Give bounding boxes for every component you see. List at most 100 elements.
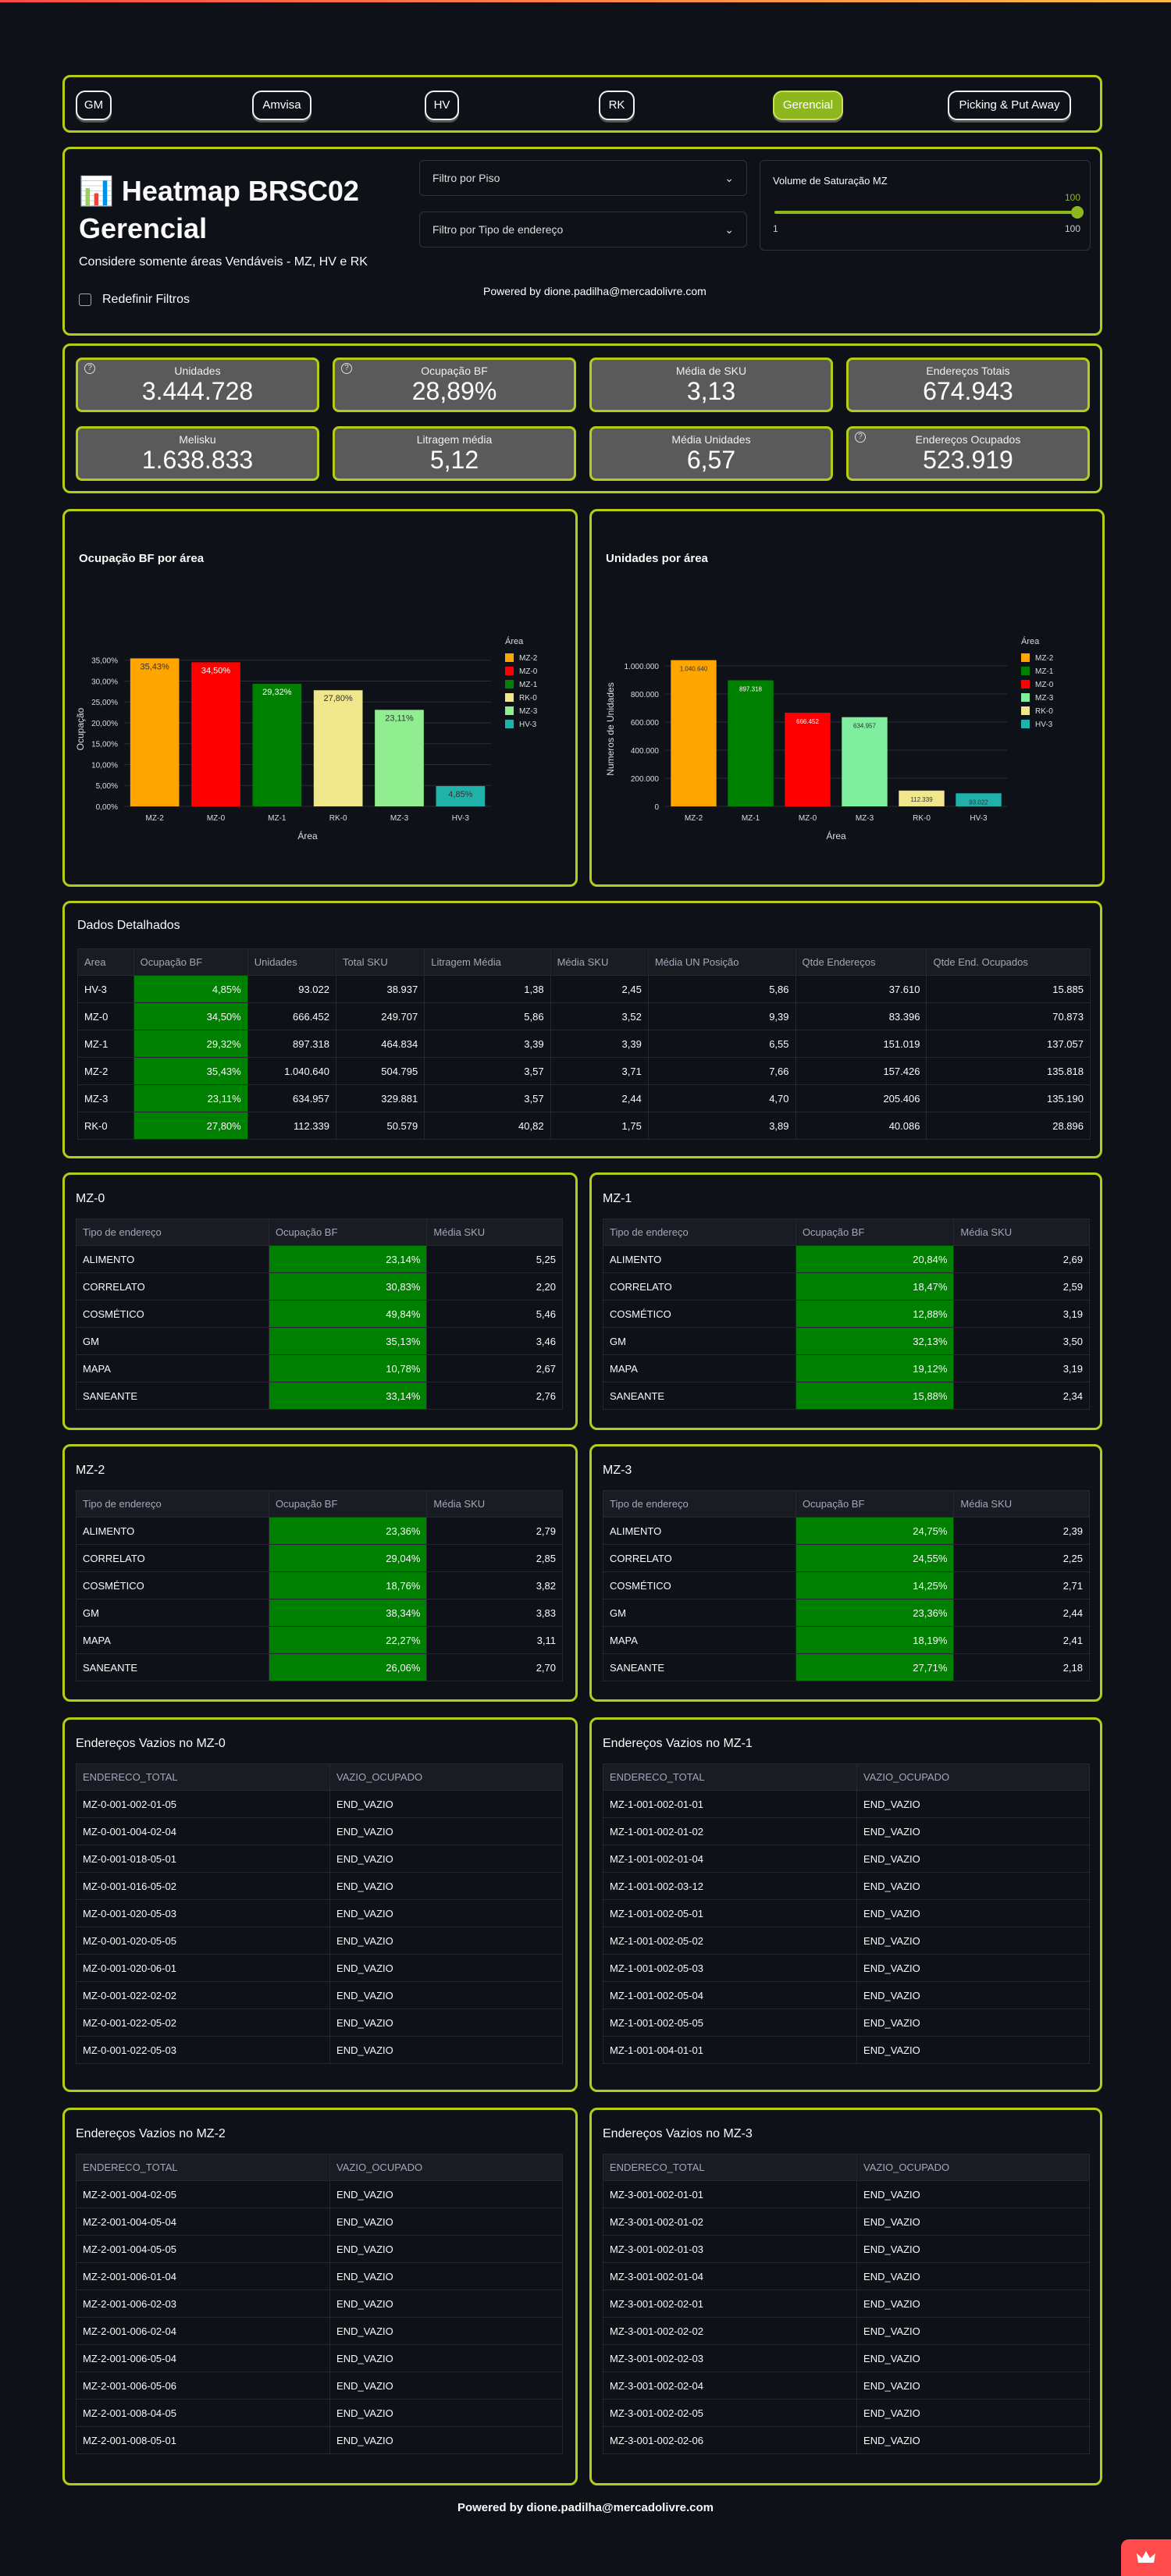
table-row: GM 35,13% 3,46 (76, 1327, 563, 1355)
table-cell: COSMÉTICO (603, 1300, 796, 1328)
table-row: MZ-3-001-002-02-03 END_VAZIO (602, 2344, 1090, 2372)
column-header[interactable]: ENDERECO_TOTAL (75, 2154, 331, 2181)
column-header[interactable]: Tipo de endereço (76, 1490, 269, 1517)
column-header[interactable]: Tipo de endereço (603, 1490, 796, 1517)
column-header[interactable]: Ocupação BF (795, 1490, 955, 1517)
legend-entry: MZ-2 (1035, 654, 1054, 663)
table-row: MZ-0-001-022-05-02 END_VAZIO (75, 2008, 563, 2037)
table-cell: SANEANTE (76, 1653, 269, 1681)
table-cell: 1,75 (550, 1112, 649, 1140)
column-header[interactable]: Ocupação BF (268, 1490, 428, 1517)
floor-filter-select[interactable]: Filtro por Piso ⌄ (419, 160, 747, 196)
slider-label: Volume de Saturação MZ (773, 175, 888, 187)
mz0-panel: MZ-0 Tipo de endereço Ocupação BF Média SKU… (62, 1172, 578, 1430)
table-cell: END_VAZIO (329, 2317, 563, 2345)
column-header[interactable]: Média SKU (953, 1490, 1090, 1517)
nav-amvisa-button[interactable]: Amvisa (252, 91, 311, 120)
column-header[interactable]: Ocupação BF (268, 1219, 428, 1246)
column-header[interactable]: Ocupação BF (133, 948, 248, 976)
column-header[interactable]: Média SKU (550, 948, 649, 976)
type-filter-select[interactable]: Filtro por Tipo de endereço ⌄ (419, 212, 747, 247)
y-tick-label: 5,00% (96, 782, 118, 791)
table-cell: END_VAZIO (329, 2008, 563, 2037)
data-label: 112.339 (910, 796, 933, 803)
x-tick-label: MZ-2 (685, 814, 703, 823)
kpi-label: Endereços Totais (926, 365, 1010, 377)
saturation-slider-track[interactable] (774, 206, 1084, 219)
column-header[interactable]: Média SKU (426, 1490, 563, 1517)
table-cell: CORRELATO (603, 1544, 796, 1572)
column-header[interactable]: Litragem Média (424, 948, 551, 976)
help-icon[interactable]: ? (341, 363, 352, 374)
table-cell: END_VAZIO (329, 1790, 563, 1818)
empty-title: Endereços Vazios no MZ-0 (76, 1737, 226, 1750)
table-cell: MZ-1-001-002-05-05 (602, 2008, 858, 2037)
table-cell: MZ-1-001-002-05-04 (602, 1981, 858, 2009)
column-header[interactable]: Qtde End. Ocupados (926, 948, 1091, 976)
column-header[interactable]: Média UN Posição (647, 948, 796, 976)
table-row: MZ-1-001-002-05-01 END_VAZIO (602, 1899, 1090, 1927)
nav-picking-button[interactable]: Picking & Put Away (948, 91, 1071, 120)
table-cell: GM (603, 1327, 796, 1355)
help-icon[interactable]: ? (84, 363, 95, 374)
mz-title: MZ-2 (76, 1464, 105, 1477)
column-header[interactable]: Média SKU (953, 1219, 1090, 1246)
table-cell: END_VAZIO (856, 2426, 1090, 2454)
legend-swatch (1021, 693, 1030, 702)
table-cell: END_VAZIO (329, 2036, 563, 2064)
column-header[interactable]: Total SKU (335, 948, 425, 976)
table-cell: 135.818 (926, 1057, 1091, 1085)
table-cell: END_VAZIO (856, 1845, 1090, 1873)
mz-title: MZ-0 (76, 1192, 105, 1205)
nav-gm-button[interactable]: GM (76, 91, 112, 120)
table-cell: MZ-1-001-002-01-04 (602, 1845, 858, 1873)
top-decoration (0, 0, 1171, 2)
table-row: ALIMENTO 23,14% 5,25 (76, 1245, 563, 1273)
saturation-slider-thumb[interactable] (1071, 206, 1084, 219)
nav-gerencial-button[interactable]: Gerencial (773, 91, 843, 120)
table-cell: END_VAZIO (856, 1790, 1090, 1818)
table-cell: 23,36% (795, 1599, 955, 1627)
column-header[interactable]: Tipo de endereço (603, 1219, 796, 1246)
table-cell: 40,82 (424, 1112, 551, 1140)
table-cell: 18,19% (795, 1626, 955, 1654)
streamlit-badge[interactable] (1121, 2539, 1171, 2576)
column-header[interactable]: VAZIO_OCUPADO (329, 2154, 563, 2181)
reset-filters-checkbox[interactable]: Redefinir Filtros (79, 293, 190, 307)
table-cell: 2,25 (953, 1544, 1090, 1572)
help-icon[interactable]: ? (855, 432, 866, 443)
empty-title: Endereços Vazios no MZ-3 (603, 2127, 753, 2140)
page-title: 📊 Heatmap BRSC02 Gerencial (79, 175, 359, 244)
nav-rk-button[interactable]: RK (599, 91, 635, 120)
table-cell: ALIMENTO (76, 1517, 269, 1545)
checkbox-square[interactable] (79, 294, 91, 306)
column-header[interactable]: Qtde Endereços (795, 948, 927, 976)
y-tick-label: 20,00% (91, 720, 118, 728)
empty-mz2-panel: Endereços Vazios no MZ-2 ENDERECO_TOTAL VA… (62, 2108, 578, 2485)
table-cell: 897.318 (247, 1030, 337, 1058)
column-header[interactable]: Tipo de endereço (76, 1219, 269, 1246)
x-axis-title: Área (297, 830, 318, 841)
table-row: MZ-0-001-020-05-05 END_VAZIO (75, 1927, 563, 1955)
column-header[interactable]: Média SKU (426, 1219, 563, 1246)
legend-entry: RK-0 (1035, 707, 1053, 716)
table-cell: 2,34 (953, 1382, 1090, 1410)
table-cell: MZ-2-001-006-02-04 (75, 2317, 331, 2345)
column-header[interactable]: Unidades (247, 948, 337, 976)
column-header[interactable]: ENDERECO_TOTAL (602, 1763, 858, 1791)
table-cell: MZ-3-001-002-02-05 (602, 2399, 858, 2427)
column-header[interactable]: VAZIO_OCUPADO (329, 1763, 563, 1791)
column-header[interactable]: Ocupação BF (795, 1219, 955, 1246)
table-cell: 1,38 (424, 975, 551, 1003)
nav-hv-button[interactable]: HV (425, 91, 459, 120)
mz1-panel: MZ-1 Tipo de endereço Ocupação BF Média SKU… (589, 1172, 1102, 1430)
column-header[interactable]: Area (77, 948, 134, 976)
column-header[interactable]: ENDERECO_TOTAL (602, 2154, 858, 2181)
table-cell: MZ-2 (77, 1057, 134, 1085)
legend-entry: MZ-3 (1035, 694, 1054, 703)
column-header[interactable]: VAZIO_OCUPADO (856, 2154, 1090, 2181)
column-header[interactable]: ENDERECO_TOTAL (75, 1763, 331, 1791)
table-cell: MZ-3-001-002-01-01 (602, 2180, 858, 2208)
table-cell: 3,11 (426, 1626, 563, 1654)
column-header[interactable]: VAZIO_OCUPADO (856, 1763, 1090, 1791)
